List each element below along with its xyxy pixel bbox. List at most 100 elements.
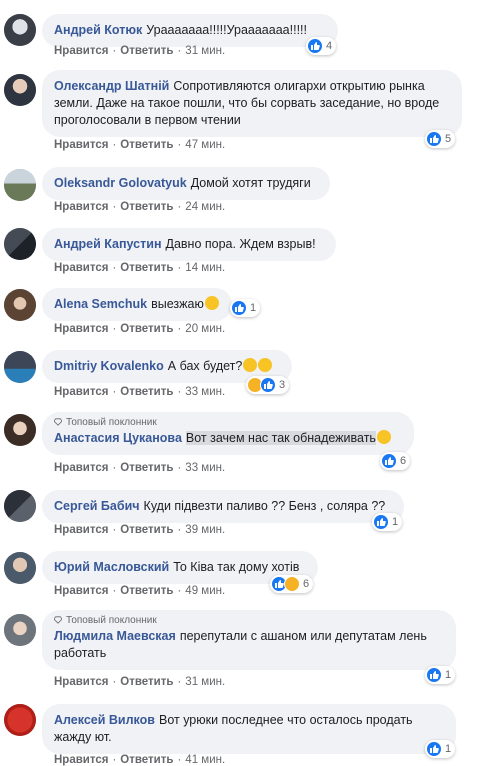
reaction-count: 1 bbox=[250, 302, 257, 314]
comment-author[interactable]: Dmitriy Kovalenko bbox=[54, 359, 164, 373]
comment-actions: Нравится · Ответить · 20 мин. bbox=[54, 323, 225, 335]
reply-link[interactable]: Ответить bbox=[120, 754, 173, 766]
comment-author[interactable]: Alena Semchuk bbox=[54, 297, 147, 311]
comment-time[interactable]: 20 мин. bbox=[185, 323, 225, 335]
comment-actions: Нравится · Ответить · 14 мин. bbox=[54, 262, 225, 274]
like-link[interactable]: Нравится bbox=[54, 524, 108, 536]
reaction-count: 5 bbox=[445, 133, 452, 145]
comment-time[interactable]: 33 мин. bbox=[185, 386, 225, 398]
comment-time[interactable]: 33 мин. bbox=[185, 462, 225, 474]
like-link[interactable]: Нравится bbox=[54, 676, 108, 688]
diamond-icon bbox=[54, 616, 62, 624]
reaction-summary[interactable]: 1 bbox=[425, 740, 456, 758]
reply-link[interactable]: Ответить bbox=[120, 323, 173, 335]
comment-author[interactable]: Сергей Бабич bbox=[54, 499, 140, 513]
reply-link[interactable]: Ответить bbox=[120, 45, 173, 57]
reply-link[interactable]: Ответить bbox=[120, 524, 173, 536]
avatar[interactable] bbox=[4, 490, 36, 522]
comment-actions: Нравится · Ответить · 41 мин. bbox=[54, 754, 225, 766]
reaction-summary[interactable]: 6 bbox=[270, 575, 314, 593]
reaction-summary[interactable]: 1 bbox=[372, 513, 403, 531]
like-link[interactable]: Нравится bbox=[54, 585, 108, 597]
separator: · bbox=[177, 45, 182, 57]
like-link[interactable]: Нравится bbox=[54, 201, 108, 213]
comment-author[interactable]: Олександр Шатній bbox=[54, 79, 169, 93]
like-link[interactable]: Нравится bbox=[54, 754, 108, 766]
comment-author[interactable]: Анастасия Цуканова bbox=[54, 431, 182, 445]
separator: · bbox=[112, 45, 117, 57]
reaction-count: 6 bbox=[303, 578, 310, 590]
avatar[interactable] bbox=[4, 614, 36, 646]
top-fan-label: Топовый поклонник bbox=[66, 615, 157, 626]
separator: · bbox=[177, 323, 182, 335]
comment-time[interactable]: 14 мин. bbox=[185, 262, 225, 274]
comment-text: Давно пора. Ждем взрыв! bbox=[165, 237, 316, 251]
comment-time[interactable]: 39 мин. bbox=[185, 524, 225, 536]
reply-link[interactable]: Ответить bbox=[120, 676, 173, 688]
reaction-summary[interactable]: 1 bbox=[230, 299, 261, 317]
reply-link[interactable]: Ответить bbox=[120, 262, 173, 274]
comment-author[interactable]: Андрей Котюк bbox=[54, 23, 142, 37]
avatar[interactable] bbox=[4, 14, 36, 46]
comment-actions: Нравится · Ответить · 39 мин. bbox=[54, 524, 225, 536]
comment-text: Урааааааа!!!!!Урааааааа!!!!! bbox=[146, 23, 307, 37]
like-link[interactable]: Нравится bbox=[54, 323, 108, 335]
separator: · bbox=[177, 524, 182, 536]
comment-bubble: Alena Semchuk выезжаю bbox=[42, 288, 232, 321]
comment-actions: Нравится · Ответить · 33 мин. bbox=[54, 386, 225, 398]
separator: · bbox=[112, 323, 117, 335]
comment-time[interactable]: 49 мин. bbox=[185, 585, 225, 597]
comment-time[interactable]: 41 мин. bbox=[185, 754, 225, 766]
like-reaction-icon bbox=[373, 514, 389, 530]
separator: · bbox=[112, 585, 117, 597]
haha-reaction-icon bbox=[284, 576, 300, 592]
reaction-summary[interactable]: 6 bbox=[380, 452, 411, 470]
avatar[interactable] bbox=[4, 289, 36, 321]
avatar[interactable] bbox=[4, 169, 36, 201]
like-reaction-icon bbox=[426, 741, 442, 757]
like-link[interactable]: Нравится bbox=[54, 262, 108, 274]
reaction-count: 3 bbox=[279, 379, 286, 391]
separator: · bbox=[177, 139, 182, 151]
comment-text: Куди підвезти паливо ?? Бенз , соляра ?? bbox=[143, 499, 386, 513]
comment-author[interactable]: Алексей Вилков bbox=[54, 713, 155, 727]
comment-time[interactable]: 31 мин. bbox=[185, 45, 225, 57]
comment-actions: Нравится · Ответить · 31 мин. bbox=[54, 676, 225, 688]
comment-text: А бах будет? bbox=[167, 359, 243, 373]
separator: · bbox=[177, 386, 182, 398]
comment-time[interactable]: 24 мин. bbox=[185, 201, 225, 213]
reaction-summary[interactable]: 3 bbox=[246, 376, 290, 394]
reaction-summary[interactable]: 1 bbox=[425, 666, 456, 684]
comment-text: Вот зачем нас так обнадеживать bbox=[185, 431, 376, 445]
reply-link[interactable]: Ответить bbox=[120, 462, 173, 474]
avatar[interactable] bbox=[4, 228, 36, 260]
like-link[interactable]: Нравится bbox=[54, 45, 108, 57]
avatar[interactable] bbox=[4, 74, 36, 106]
like-reaction-icon bbox=[231, 300, 247, 316]
reply-link[interactable]: Ответить bbox=[120, 386, 173, 398]
avatar[interactable] bbox=[4, 704, 36, 736]
avatar[interactable] bbox=[4, 351, 36, 383]
comment-actions: Нравится · Ответить · 33 мин. bbox=[54, 462, 225, 474]
reply-link[interactable]: Ответить bbox=[120, 139, 173, 151]
comment-time[interactable]: 31 мин. bbox=[185, 676, 225, 688]
comment-author[interactable]: Людмила Маевская bbox=[54, 629, 176, 643]
reaction-summary[interactable]: 5 bbox=[425, 130, 456, 148]
reaction-count: 1 bbox=[445, 669, 452, 681]
comment-author[interactable]: Oleksandr Golovatyuk bbox=[54, 176, 187, 190]
separator: · bbox=[112, 386, 117, 398]
like-link[interactable]: Нравится bbox=[54, 386, 108, 398]
comment-time[interactable]: 47 мин. bbox=[185, 139, 225, 151]
avatar[interactable] bbox=[4, 414, 36, 446]
like-link[interactable]: Нравится bbox=[54, 462, 108, 474]
reaction-count: 1 bbox=[392, 516, 399, 528]
like-link[interactable]: Нравится bbox=[54, 139, 108, 151]
reply-link[interactable]: Ответить bbox=[120, 201, 173, 213]
separator: · bbox=[112, 139, 117, 151]
comment-author[interactable]: Андрей Капустин bbox=[54, 237, 162, 251]
reply-link[interactable]: Ответить bbox=[120, 585, 173, 597]
comment-author[interactable]: Юрий Масловский bbox=[54, 560, 169, 574]
reaction-summary[interactable]: 4 bbox=[306, 37, 337, 55]
avatar[interactable] bbox=[4, 552, 36, 584]
grin-emoji bbox=[204, 296, 219, 310]
